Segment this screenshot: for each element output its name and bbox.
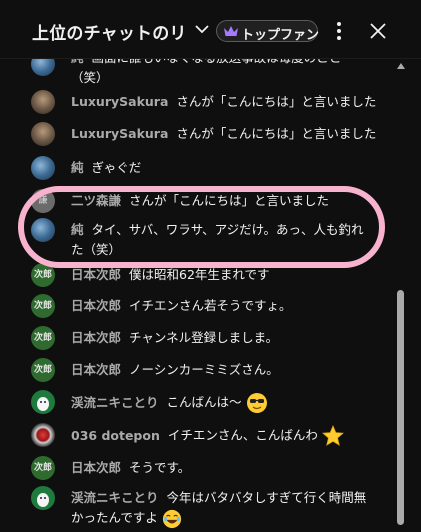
avatar[interactable] [31, 156, 55, 180]
avatar[interactable] [31, 218, 55, 242]
author-name[interactable]: 日本次郎 [71, 460, 121, 475]
chat-mode-title[interactable]: 上位のチャットのリ [32, 19, 187, 44]
scrollbar-thumb[interactable] [397, 290, 404, 525]
avatar[interactable]: 次郎 [31, 456, 55, 480]
chat-message: 純タイ、サバ、ワラサ、アジだけ。あっ、人も釣れた（笑） [0, 218, 394, 260]
message-text: ぎゃぐだ [91, 160, 142, 175]
top-fan-label: トップファン [241, 28, 320, 43]
author-name[interactable]: 純 [71, 222, 84, 237]
avatar[interactable] [31, 90, 55, 114]
avatar[interactable]: 次郎 [31, 263, 55, 287]
crown-icon [224, 26, 238, 36]
message-text: さんが「こんにちは」と言いました [129, 193, 330, 208]
avatar[interactable]: 次郎 [31, 358, 55, 382]
author-name[interactable]: 日本次郎 [71, 362, 121, 377]
author-name[interactable]: 渓流ニキことり [71, 490, 159, 505]
message-text: イチエンさん、こんばんわ [167, 427, 318, 443]
avatar[interactable]: 次郎 [31, 326, 55, 350]
message-text: こんばんは〜 [166, 394, 242, 410]
avatar[interactable] [31, 423, 55, 447]
author-name[interactable]: 日本次郎 [71, 330, 121, 345]
sunglasses-emoji-icon [246, 393, 267, 413]
close-icon[interactable] [368, 21, 388, 41]
author-name[interactable]: 純 [71, 58, 84, 65]
message-text: タイ、サバ、ワラサ、アジだけ。あっ、人も釣れた（笑） [71, 222, 364, 257]
author-name[interactable]: LuxurySakura [71, 126, 168, 141]
message-text: イチエンさん若そうですょ。 [129, 298, 292, 313]
author-name[interactable]: LuxurySakura [71, 94, 168, 109]
avatar[interactable]: 謙 [31, 189, 55, 213]
avatar[interactable]: 次郎 [31, 294, 55, 318]
author-name[interactable]: 日本次郎 [71, 267, 121, 282]
chat-message: 次郎 日本次郎 そうです。 [0, 456, 394, 480]
star-emoji-icon [321, 425, 344, 446]
chat-message: 謙 二ツ森謙 さんが「こんにちは」と言いました [0, 189, 394, 213]
top-fan-badge[interactable]: トップファン [216, 20, 320, 43]
chat-message: 渓流ニキことり 今年はバタバタしすぎて行く時間無かったんですよ [0, 486, 394, 532]
message-text: ノーシンカーミミズさん。 [129, 362, 279, 377]
chat-message: 次郎 日本次郎 僕は昭和62年生まれです [0, 263, 394, 287]
chat-message: 次郎 日本次郎 チャンネル登録しましま。 [0, 326, 394, 350]
chat-message: 渓流ニキことり こんばんは〜 [0, 390, 394, 416]
chat-message: 036 dotepon イチエンさん、こんばんわ [0, 423, 394, 449]
message-text: さんが「こんにちは」と言いました [176, 126, 377, 141]
more-options-icon[interactable] [333, 20, 345, 42]
avatar[interactable] [31, 390, 55, 414]
chat-message: 次郎 日本次郎 ノーシンカーミミズさん。 [0, 358, 394, 382]
message-text: チャンネル登録しましま。 [129, 330, 279, 345]
chat-message: LuxurySakura さんが「こんにちは」と言いました [0, 122, 394, 146]
bird-icon [37, 493, 49, 507]
chat-message: LuxurySakura さんが「こんにちは」と言いました [0, 90, 394, 114]
chat-header: 上位のチャットのリ トップファン [0, 0, 421, 59]
chevron-down-icon[interactable] [193, 22, 211, 36]
message-text: そうです。 [129, 460, 191, 475]
author-name[interactable]: 日本次郎 [71, 298, 121, 313]
avatar[interactable] [31, 122, 55, 146]
chat-message-list[interactable]: 純画面に誰もいなくなる放送事故は毎度のこと（笑） LuxurySakuraさんが… [0, 58, 394, 532]
chat-message: 純ぎゃぐだ [0, 156, 394, 180]
chat-message: 純画面に誰もいなくなる放送事故は毎度のこと（笑） [0, 58, 394, 92]
chat-message: 次郎 日本次郎 イチエンさん若そうですょ。 [0, 294, 394, 318]
bird-icon [37, 397, 49, 411]
author-name[interactable]: 渓流ニキことり [71, 395, 159, 410]
laughing-emoji-icon [162, 509, 181, 528]
scroll-up-arrow-icon[interactable] [396, 62, 406, 70]
message-text: さんが「こんにちは」と言いました [176, 94, 377, 109]
author-name[interactable]: 純 [71, 160, 84, 175]
message-text: 画面に誰もいなくなる放送事故は毎度のこと（笑） [71, 58, 341, 85]
avatar[interactable] [31, 486, 55, 510]
author-name[interactable]: 036 dotepon [71, 428, 160, 443]
avatar[interactable] [31, 58, 55, 76]
message-text: 僕は昭和62年生まれです [129, 267, 270, 282]
author-name[interactable]: 二ツ森謙 [71, 193, 121, 208]
